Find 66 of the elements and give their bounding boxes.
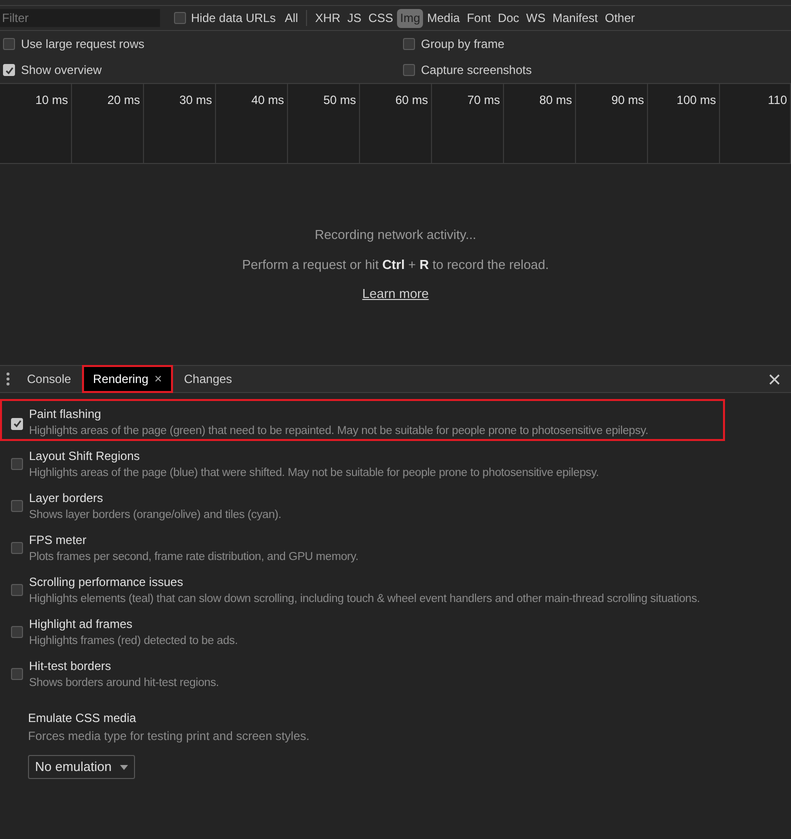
type-filter-button[interactable]: All <box>282 8 302 28</box>
option-title: Scrolling performance issues <box>29 574 184 591</box>
empty-title: Recording network activity... <box>314 226 476 244</box>
tick-label: 20 ms <box>107 92 140 109</box>
close-tab-icon[interactable]: × <box>154 369 162 389</box>
tick-label: 80 ms <box>539 92 572 109</box>
tick-label: 10 ms <box>35 92 68 109</box>
option-title: Paint flashing <box>29 406 102 423</box>
option-description: Highlights elements (teal) that can slow down scrolling, including touch & wheel event handlers and other main-thread scrolling situations. <box>29 592 700 607</box>
option-title: Highlight ad frames <box>29 616 134 633</box>
tick-label: 30 ms <box>179 92 212 109</box>
option-description: Plots frames per second, frame rate distribution, and GPU memory. <box>29 550 358 565</box>
option-description: Highlights areas of the page (blue) that were shifted. May not be suitable for people prone to photosensitive epilepsy. <box>29 466 599 481</box>
type-filter-button[interactable]: Media <box>424 8 463 28</box>
checkbox[interactable] <box>3 38 15 50</box>
type-filter-button[interactable]: WS <box>523 8 549 28</box>
tick-label: 70 ms <box>467 92 500 109</box>
filter-field[interactable]: Filter <box>0 9 160 27</box>
checkbox[interactable] <box>11 458 23 470</box>
checkbox[interactable] <box>403 38 415 50</box>
type-filter-button[interactable]: Other <box>602 8 638 28</box>
checkbox-label: Hide data URLs <box>191 10 276 27</box>
option-title: FPS meter <box>29 532 88 549</box>
caret-icon <box>120 764 128 770</box>
option-description: Highlights frames (red) detected to be ads. <box>29 634 238 649</box>
option-description: Shows layer borders (orange/olive) and tiles (cyan). <box>29 508 282 523</box>
option-title: Layer borders <box>29 490 104 507</box>
option-title: Hit-test borders <box>29 658 112 675</box>
drawer-tab[interactable]: Console <box>16 365 82 393</box>
drawer-tab[interactable]: Rendering × <box>82 365 173 393</box>
type-filter-button[interactable]: XHR <box>312 8 344 28</box>
more-icon[interactable] <box>6 372 10 386</box>
tick-label: 50 ms <box>323 92 356 109</box>
checkbox[interactable] <box>11 668 23 680</box>
option-title: Layout Shift Regions <box>29 448 141 465</box>
type-filter-button[interactable]: CSS <box>365 8 396 28</box>
check-icon <box>12 419 22 428</box>
tick-label: 60 ms <box>395 92 428 109</box>
checkbox[interactable] <box>11 626 23 638</box>
type-filter-button[interactable]: JS <box>344 8 364 28</box>
checkbox[interactable] <box>11 542 23 554</box>
checkbox[interactable] <box>11 584 23 596</box>
empty-hint: Perform a request or hit Ctrl + R to record the reload. <box>242 256 549 274</box>
tick-label: 90 ms <box>611 92 644 109</box>
checkbox[interactable] <box>11 500 23 512</box>
option-description: Forces media type for testing print and screen styles. <box>28 728 310 745</box>
checkbox[interactable] <box>403 64 415 76</box>
learn-more-link[interactable]: Learn more <box>362 284 429 304</box>
setting-label: Group by frame <box>421 36 504 53</box>
option-title: Emulate CSS media <box>28 710 136 727</box>
setting-label: Use large request rows <box>21 36 144 53</box>
tick-label: 100 ms <box>676 92 716 109</box>
option-description: Shows borders around hit-test regions. <box>29 676 219 691</box>
type-filter-button[interactable]: Font <box>464 8 494 28</box>
option-description: Highlights areas of the page (green) that need to be repainted. May not be suitable for people prone to photosensitive epilepsy. <box>29 424 648 439</box>
type-filter-button[interactable]: Manifest <box>550 8 601 28</box>
tick-label: 110 <box>768 92 787 109</box>
type-filter-button[interactable]: Doc <box>494 8 522 28</box>
media-dropdown[interactable]: No emulation <box>28 755 135 779</box>
drawer-tab[interactable]: Changes <box>173 365 244 393</box>
setting-label: Capture screenshots <box>421 62 532 79</box>
check-icon <box>4 66 14 74</box>
setting-label: Show overview <box>21 62 102 79</box>
tick-label: 40 ms <box>251 92 284 109</box>
close-icon[interactable] <box>769 374 780 384</box>
checkbox[interactable] <box>174 12 186 24</box>
